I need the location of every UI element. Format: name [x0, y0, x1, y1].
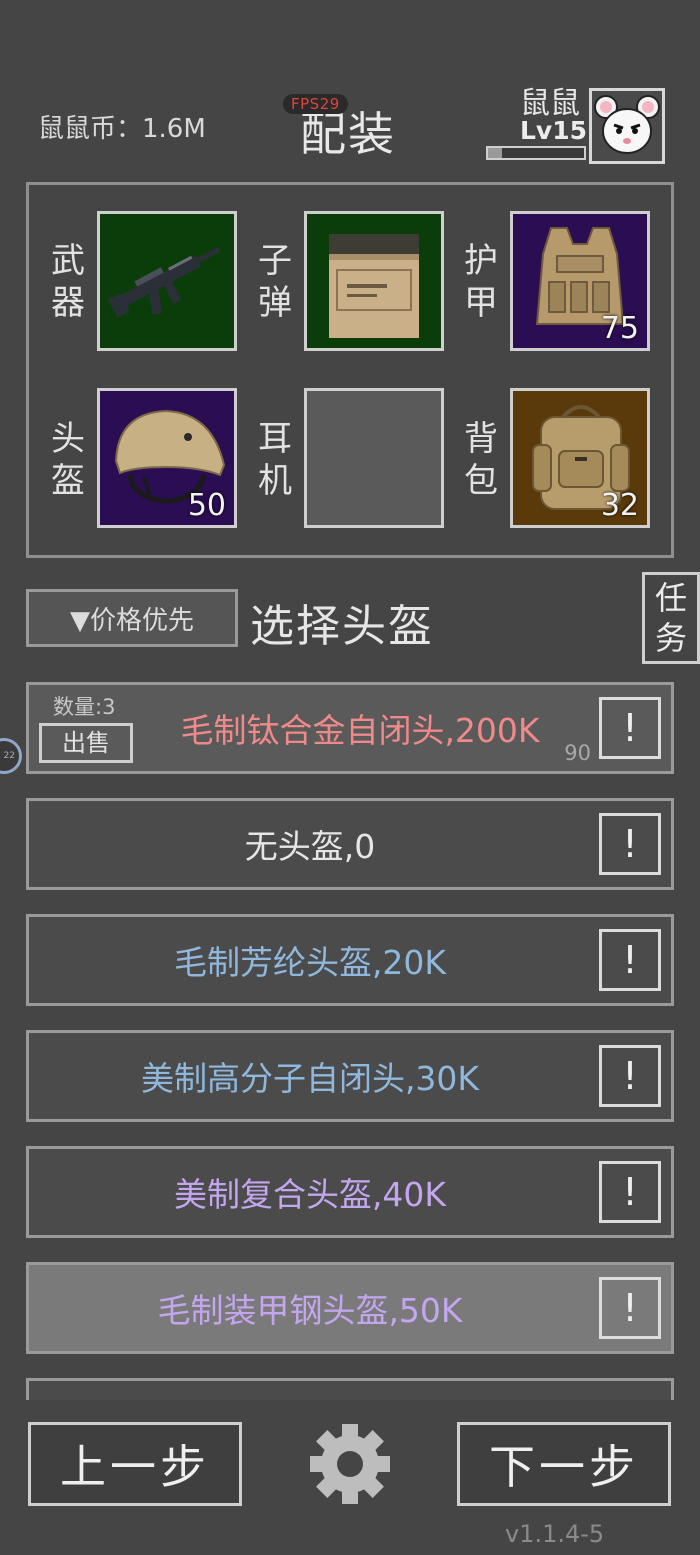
backpack-label-line2: 包: [464, 461, 498, 501]
mouse-avatar-icon: [594, 95, 660, 154]
info-button[interactable]: !: [599, 813, 661, 875]
backpack-slot[interactable]: 32: [510, 388, 650, 528]
next-step-button[interactable]: 下一步: [457, 1422, 671, 1506]
list-item[interactable]: 美制复合头盔,40K !: [26, 1146, 674, 1238]
backpack-label: 背 包: [461, 418, 501, 502]
list-item[interactable]: 数量:3 出售 毛制钛合金自闭头,200K 90 !: [26, 682, 674, 774]
info-button[interactable]: !: [599, 697, 661, 759]
sort-dropdown[interactable]: ▼价格优先: [26, 589, 238, 647]
task-button-line2: 务: [654, 619, 687, 657]
item-name: 无头盔,0: [244, 827, 376, 866]
weapon-label: 武 器: [48, 240, 88, 324]
loadout-screen: 鼠鼠币：1.6M 配装 FPS29 鼠鼠 Lv15 武 器 子 弹 护 甲 75…: [0, 0, 700, 1555]
ammo-label-line1: 子: [258, 241, 292, 281]
list-item[interactable]: 美制高分子自闭头,30K !: [26, 1030, 674, 1122]
weapon-label-line2: 器: [51, 283, 85, 323]
prev-step-button[interactable]: 上一步: [28, 1422, 242, 1506]
helmet-label: 头 盔: [48, 418, 88, 502]
list-item[interactable]: 毛制装甲钢头盔,50K !: [26, 1262, 674, 1354]
ammo-label: 子 弹: [255, 240, 295, 324]
armor-label-line2: 甲: [464, 283, 498, 323]
ammo-box-icon: [329, 234, 419, 338]
weapon-slot[interactable]: [97, 211, 237, 351]
earphones-label-line2: 机: [258, 461, 292, 501]
armor-slot[interactable]: 75: [510, 211, 650, 351]
xp-bar-fill: [488, 148, 503, 158]
backpack-capacity: 32: [600, 488, 639, 523]
info-button[interactable]: !: [599, 1161, 661, 1223]
info-button[interactable]: !: [599, 929, 661, 991]
backpack-label-line1: 背: [464, 419, 498, 459]
info-button[interactable]: !: [599, 1277, 661, 1339]
task-button-line1: 任: [654, 579, 687, 617]
item-durability: 90: [564, 741, 591, 765]
weapon-label-line1: 武: [51, 241, 85, 281]
player-level: Lv15: [520, 116, 588, 145]
rifle-icon: [107, 247, 221, 318]
item-name: 美制复合头盔,40K: [173, 1175, 447, 1214]
select-title: 选择头盔: [250, 601, 434, 652]
ammo-label-line2: 弹: [258, 283, 292, 323]
earphones-label: 耳 机: [255, 418, 295, 502]
player-avatar[interactable]: [589, 88, 665, 164]
helmet-label-line2: 盔: [51, 461, 85, 501]
fps-badge: FPS29: [283, 94, 348, 114]
helmet-label-line1: 头: [51, 419, 85, 459]
armor-label-line1: 护: [464, 241, 498, 281]
gear-icon: [310, 1424, 390, 1504]
task-button[interactable]: 任 务: [642, 572, 700, 664]
helmet-durability: 50: [187, 488, 226, 523]
item-name: 毛制钛合金自闭头,200K: [180, 711, 540, 750]
ammo-slot[interactable]: [304, 211, 444, 351]
item-name: 毛制芳纶头盔,20K: [173, 943, 447, 982]
settings-button[interactable]: [306, 1422, 394, 1506]
list-item[interactable]: 无头盔,0 !: [26, 798, 674, 890]
item-name: 美制高分子自闭头,30K: [140, 1059, 480, 1098]
earphones-label-line1: 耳: [258, 419, 292, 459]
item-name: 毛制装甲钢头盔,50K: [157, 1291, 463, 1330]
quantity-label: 数量:3: [53, 695, 116, 719]
list-item[interactable]: 毛制芳纶头盔,20K !: [26, 914, 674, 1006]
armor-durability: 75: [600, 311, 639, 346]
side-indicator[interactable]: 22: [0, 738, 22, 774]
version-label: v1.1.4-5: [505, 1520, 605, 1548]
info-button[interactable]: !: [599, 1045, 661, 1107]
armor-label: 护 甲: [461, 240, 501, 324]
helmet-slot[interactable]: 50: [97, 388, 237, 528]
xp-bar: [486, 146, 586, 160]
sell-button[interactable]: 出售: [39, 723, 133, 763]
currency-display: 鼠鼠币：1.6M: [38, 114, 206, 144]
earphones-slot[interactable]: [304, 388, 444, 528]
